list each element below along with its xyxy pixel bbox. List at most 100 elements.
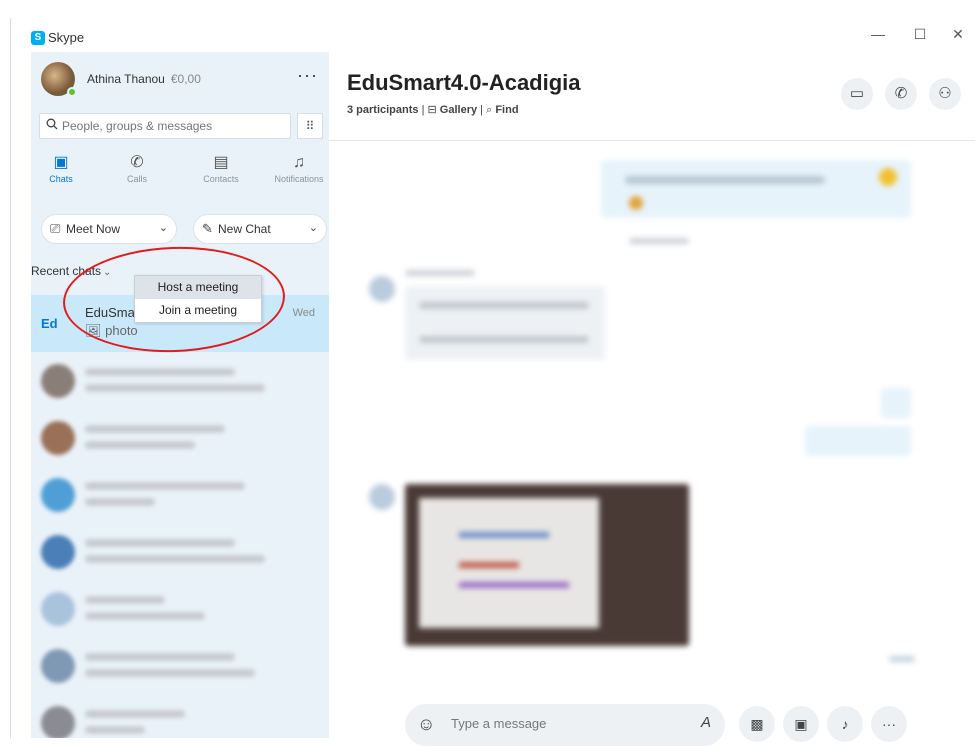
avatar <box>41 364 75 398</box>
blurred-text <box>85 482 245 490</box>
blurred-text <box>419 302 589 309</box>
video-call-button[interactable]: ▭ <box>841 78 873 110</box>
avatar <box>41 706 75 738</box>
chat-list: Ed EduSmart4.0-Acadigia 🖼 photo Wed <box>31 295 329 738</box>
blurred-text <box>405 270 475 276</box>
app-title: Skype <box>48 30 85 45</box>
gallery-link[interactable]: Gallery <box>440 104 477 116</box>
tab-chats[interactable]: ▣ Chats <box>31 152 91 184</box>
profile-header[interactable]: Athina Thanou €0,00 ··· <box>31 52 329 112</box>
gallery-icon: ⊟ <box>427 104 437 116</box>
chat-list-item-blurred[interactable] <box>31 637 329 694</box>
tab-notifications[interactable]: ♫ Notifications <box>269 152 329 184</box>
chat-list-item-blurred[interactable] <box>31 466 329 523</box>
tab-calls[interactable]: ✆ Calls <box>107 152 167 184</box>
new-chat-button[interactable]: ✎ New Chat ⌄ <box>193 214 327 244</box>
contact-card-button[interactable]: ▣ <box>783 706 819 742</box>
conversation-pane: EduSmart4.0-Acadigia 3 participants | ⊟ … <box>329 52 975 746</box>
text-format-icon[interactable]: A <box>701 714 711 731</box>
tab-label: Calls <box>126 174 147 184</box>
profile-name-row: Athina Thanou €0,00 <box>87 72 201 86</box>
find-link[interactable]: Find <box>495 104 518 116</box>
nav-tabs: ▣ Chats ✆ Calls ▤ Contacts ♫ Notificatio… <box>31 152 329 200</box>
search-box[interactable] <box>39 113 291 139</box>
audio-call-button[interactable]: ✆ <box>885 78 917 110</box>
chat-list-item-blurred[interactable] <box>31 580 329 637</box>
dialpad-button[interactable]: ⠿ <box>297 113 323 139</box>
avatar <box>41 421 75 455</box>
emoji-icon[interactable]: ☺ <box>417 714 435 735</box>
avatar <box>369 484 395 510</box>
skype-logo-icon: S <box>31 31 45 45</box>
blurred-text <box>85 726 145 734</box>
minimize-button[interactable]: — <box>863 26 893 42</box>
message-bubble <box>405 286 605 360</box>
blurred-text <box>85 539 235 547</box>
video-icon: ⎚ <box>50 221 61 236</box>
bell-icon: ♫ <box>293 154 305 171</box>
chat-list-item-blurred[interactable] <box>31 409 329 466</box>
participants-link[interactable]: 3 participants <box>347 104 419 116</box>
blurred-text <box>889 656 915 662</box>
emoji-icon <box>879 168 897 186</box>
microphone-button[interactable]: ♪ <box>827 706 863 742</box>
tab-label: Contacts <box>203 174 239 184</box>
chat-bubble-icon: ▣ <box>53 154 69 171</box>
tab-label: Chats <box>49 174 73 184</box>
maximize-button[interactable]: ☐ <box>905 26 935 43</box>
blurred-text <box>85 710 185 718</box>
close-button[interactable]: ✕ <box>943 26 973 43</box>
conversation-meta: 3 participants | ⊟ Gallery | ⌕ Find <box>347 103 519 117</box>
profile-more-button[interactable]: ··· <box>297 65 318 86</box>
blurred-text <box>85 441 195 449</box>
skype-window: S Skype — ☐ ✕ Athina Thanou €0,00 ··· ⠿ ▣… <box>10 18 975 746</box>
message-composer[interactable]: ☺ Type a message A <box>405 704 725 746</box>
search-icon <box>46 118 58 133</box>
chat-list-item-blurred[interactable] <box>31 352 329 409</box>
chat-list-item-blurred[interactable] <box>31 523 329 580</box>
meet-now-button[interactable]: ⎚ Meet Now ⌄ <box>41 214 177 244</box>
photo-content <box>459 582 569 588</box>
avatar <box>41 535 75 569</box>
message-bubble <box>601 160 911 218</box>
chat-list-item-blurred[interactable] <box>31 694 329 738</box>
blurred-text <box>419 336 589 343</box>
media-button[interactable]: ▩ <box>739 706 775 742</box>
emoji-icon <box>629 196 643 210</box>
blurred-text <box>85 368 235 376</box>
avatar <box>41 649 75 683</box>
new-chat-label: New Chat <box>218 222 271 236</box>
search-input[interactable] <box>62 117 282 135</box>
photo-content <box>459 562 519 568</box>
chevron-down-icon: ⌄ <box>308 222 318 234</box>
blurred-text <box>629 238 689 244</box>
presence-online-icon <box>67 87 77 97</box>
blurred-text <box>85 596 165 604</box>
add-people-button[interactable]: ⚇ <box>929 78 961 110</box>
profile-name: Athina Thanou <box>87 72 165 86</box>
blurred-text <box>85 555 265 563</box>
separator: | <box>421 104 425 116</box>
message-bubble <box>805 426 911 456</box>
message-bubble <box>881 388 911 418</box>
tab-contacts[interactable]: ▤ Contacts <box>191 152 251 184</box>
find-icon: ⌕ <box>486 104 493 116</box>
sidebar: Athina Thanou €0,00 ··· ⠿ ▣ Chats ✆ Calls… <box>31 52 329 738</box>
phone-icon: ✆ <box>130 154 144 171</box>
chevron-down-icon: ⌄ <box>158 222 168 234</box>
message-history-blurred <box>329 142 975 702</box>
blurred-text <box>85 384 265 392</box>
contact-card-icon: ▤ <box>213 154 229 171</box>
avatar <box>41 592 75 626</box>
separator: | <box>480 104 484 116</box>
meet-now-label: Meet Now <box>66 222 121 236</box>
conversation-title[interactable]: EduSmart4.0-Acadigia <box>347 70 581 96</box>
blurred-text <box>85 669 255 677</box>
avatar <box>369 276 395 302</box>
message-input[interactable]: Type a message <box>451 716 546 731</box>
compose-icon: ✎ <box>202 221 213 236</box>
tab-label: Notifications <box>274 174 324 184</box>
blurred-text <box>625 176 825 184</box>
blurred-text <box>85 498 155 506</box>
more-button[interactable]: ··· <box>871 706 907 742</box>
